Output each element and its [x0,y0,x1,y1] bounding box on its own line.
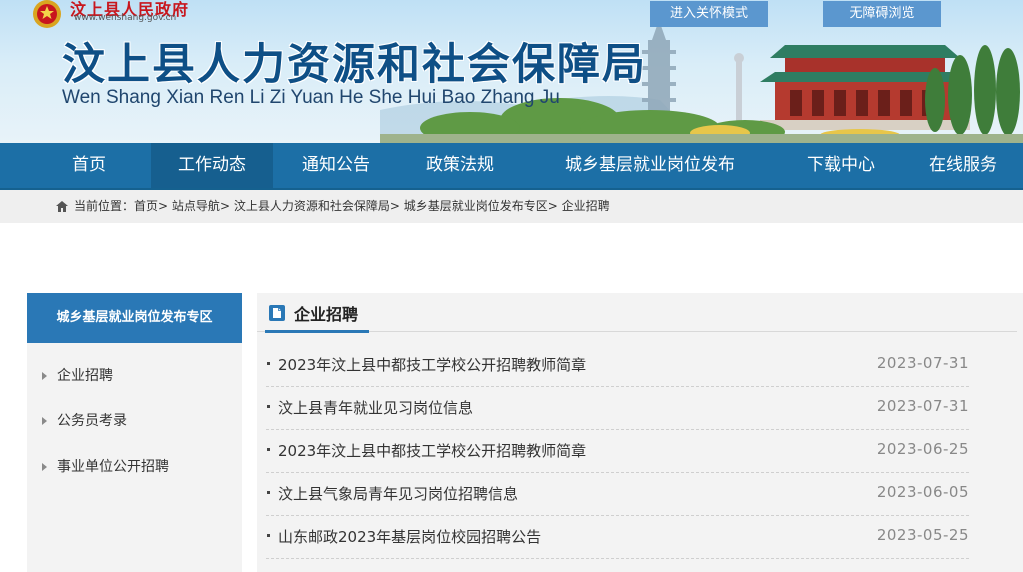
article-title[interactable]: 2023年汶上县中都技工学校公开招聘教师简章 [278,440,586,461]
panel-title-underline [265,330,369,333]
breadcrumb-link-jobs-zone[interactable]: 城乡基层就业岗位发布专区 [404,199,548,213]
breadcrumb-link-home[interactable]: 首页 [134,199,158,213]
sidebar-item-label: 事业单位公开招聘 [57,459,169,475]
article-date: 2023-07-31 [876,397,969,415]
article-date: 2023-05-25 [876,526,969,544]
sidebar-item-enterprise-recruitment[interactable]: 企业招聘 [27,361,242,391]
sidebar-item-public-institution[interactable]: 事业单位公开招聘 [27,452,242,482]
breadcrumb: 当前位置：首页> 站点导航> 汶上县人力资源和社会保障局> 城乡基层就业岗位发布… [56,190,610,223]
panel-title: 企业招聘 [294,305,359,324]
care-mode-button[interactable]: 进入关怀模式 [650,1,768,27]
sidebar: 城乡基层就业岗位发布专区 企业招聘 公务员考录 事业单位公开招聘 [27,293,242,572]
caret-right-icon [42,372,47,380]
breadcrumb-separator: > [389,199,400,213]
site-title: 汶上县人力资源和社会保障局 [62,40,647,90]
article-date: 2023-06-25 [876,440,969,458]
article-title[interactable]: 汶上县青年就业见习岗位信息 [278,397,473,418]
breadcrumb-separator: > [219,199,230,213]
bullet-icon [267,362,270,365]
article-title[interactable]: 汶上县气象局青年见习岗位招聘信息 [278,483,518,504]
breadcrumb-link-site-nav[interactable]: 站点导航 [172,199,220,213]
breadcrumb-prefix: 当前位置： [74,199,135,213]
nav-item-jobs[interactable]: 城乡基层就业岗位发布 [521,143,779,188]
main-nav: 首页 工作动态 通知公告 政策法规 城乡基层就业岗位发布 下载中心 在线服务 [0,143,1023,190]
accessible-browsing-button[interactable]: 无障碍浏览 [823,1,941,27]
bullet-icon [267,534,270,537]
article-row[interactable]: 汶上县青年就业见习岗位信息 2023-07-31 [266,386,969,430]
sidebar-heading: 城乡基层就业岗位发布专区 [27,293,242,343]
article-row[interactable]: 山东邮政2023年基层岗位校园招聘公告 2023-05-25 [266,515,969,559]
nav-item-downloads[interactable]: 下载中心 [779,143,903,188]
nav-item-online-service[interactable]: 在线服务 [903,143,1023,188]
document-icon [269,305,285,321]
caret-right-icon [42,463,47,471]
home-icon [56,201,68,212]
breadcrumb-link-bureau[interactable]: 汶上县人力资源和社会保障局 [234,199,390,213]
breadcrumb-separator: > [158,199,169,213]
breadcrumb-separator: > [547,199,558,213]
article-row[interactable]: 2023年汶上县中都技工学校公开招聘教师简章 2023-06-25 [266,429,969,473]
nav-item-policies[interactable]: 政策法规 [399,143,521,188]
bullet-icon [267,405,270,408]
article-row[interactable]: 2023年汶上县中都技工学校公开招聘教师简章 2023-07-31 [266,343,969,387]
breadcrumb-link-enterprise[interactable]: 企业招聘 [562,199,610,213]
panel-header: 企业招聘 [257,293,1017,333]
article-row[interactable]: 汶上县气象局青年见习岗位招聘信息 2023-06-05 [266,472,969,516]
caret-right-icon [42,417,47,425]
header-banner: 汶上县人民政府 www.wenshang.gov.cn 汶上县人力资源和社会保障… [0,0,1023,143]
site-title-pinyin: Wen Shang Xian Ren Li Zi Yuan He She Hui… [62,87,560,108]
bullet-icon [267,491,270,494]
article-title[interactable]: 山东邮政2023年基层岗位校园招聘公告 [278,526,541,547]
article-list-panel: 企业招聘 2023年汶上县中都技工学校公开招聘教师简章 2023-07-31 汶… [257,293,1023,572]
article-title[interactable]: 2023年汶上县中都技工学校公开招聘教师简章 [278,354,586,375]
nav-item-work-news[interactable]: 工作动态 [151,143,273,188]
nav-item-notices[interactable]: 通知公告 [273,143,399,188]
gov-site-url: www.wenshang.gov.cn [74,13,177,23]
sidebar-item-civil-servant[interactable]: 公务员考录 [27,406,242,436]
article-date: 2023-07-31 [876,354,969,372]
bullet-icon [267,448,270,451]
sidebar-item-label: 企业招聘 [57,368,113,384]
nav-item-home[interactable]: 首页 [27,143,151,188]
breadcrumb-bar: 当前位置：首页> 站点导航> 汶上县人力资源和社会保障局> 城乡基层就业岗位发布… [0,190,1023,223]
national-emblem-icon [33,0,61,28]
sidebar-item-label: 公务员考录 [57,413,127,429]
article-date: 2023-06-05 [876,483,969,501]
